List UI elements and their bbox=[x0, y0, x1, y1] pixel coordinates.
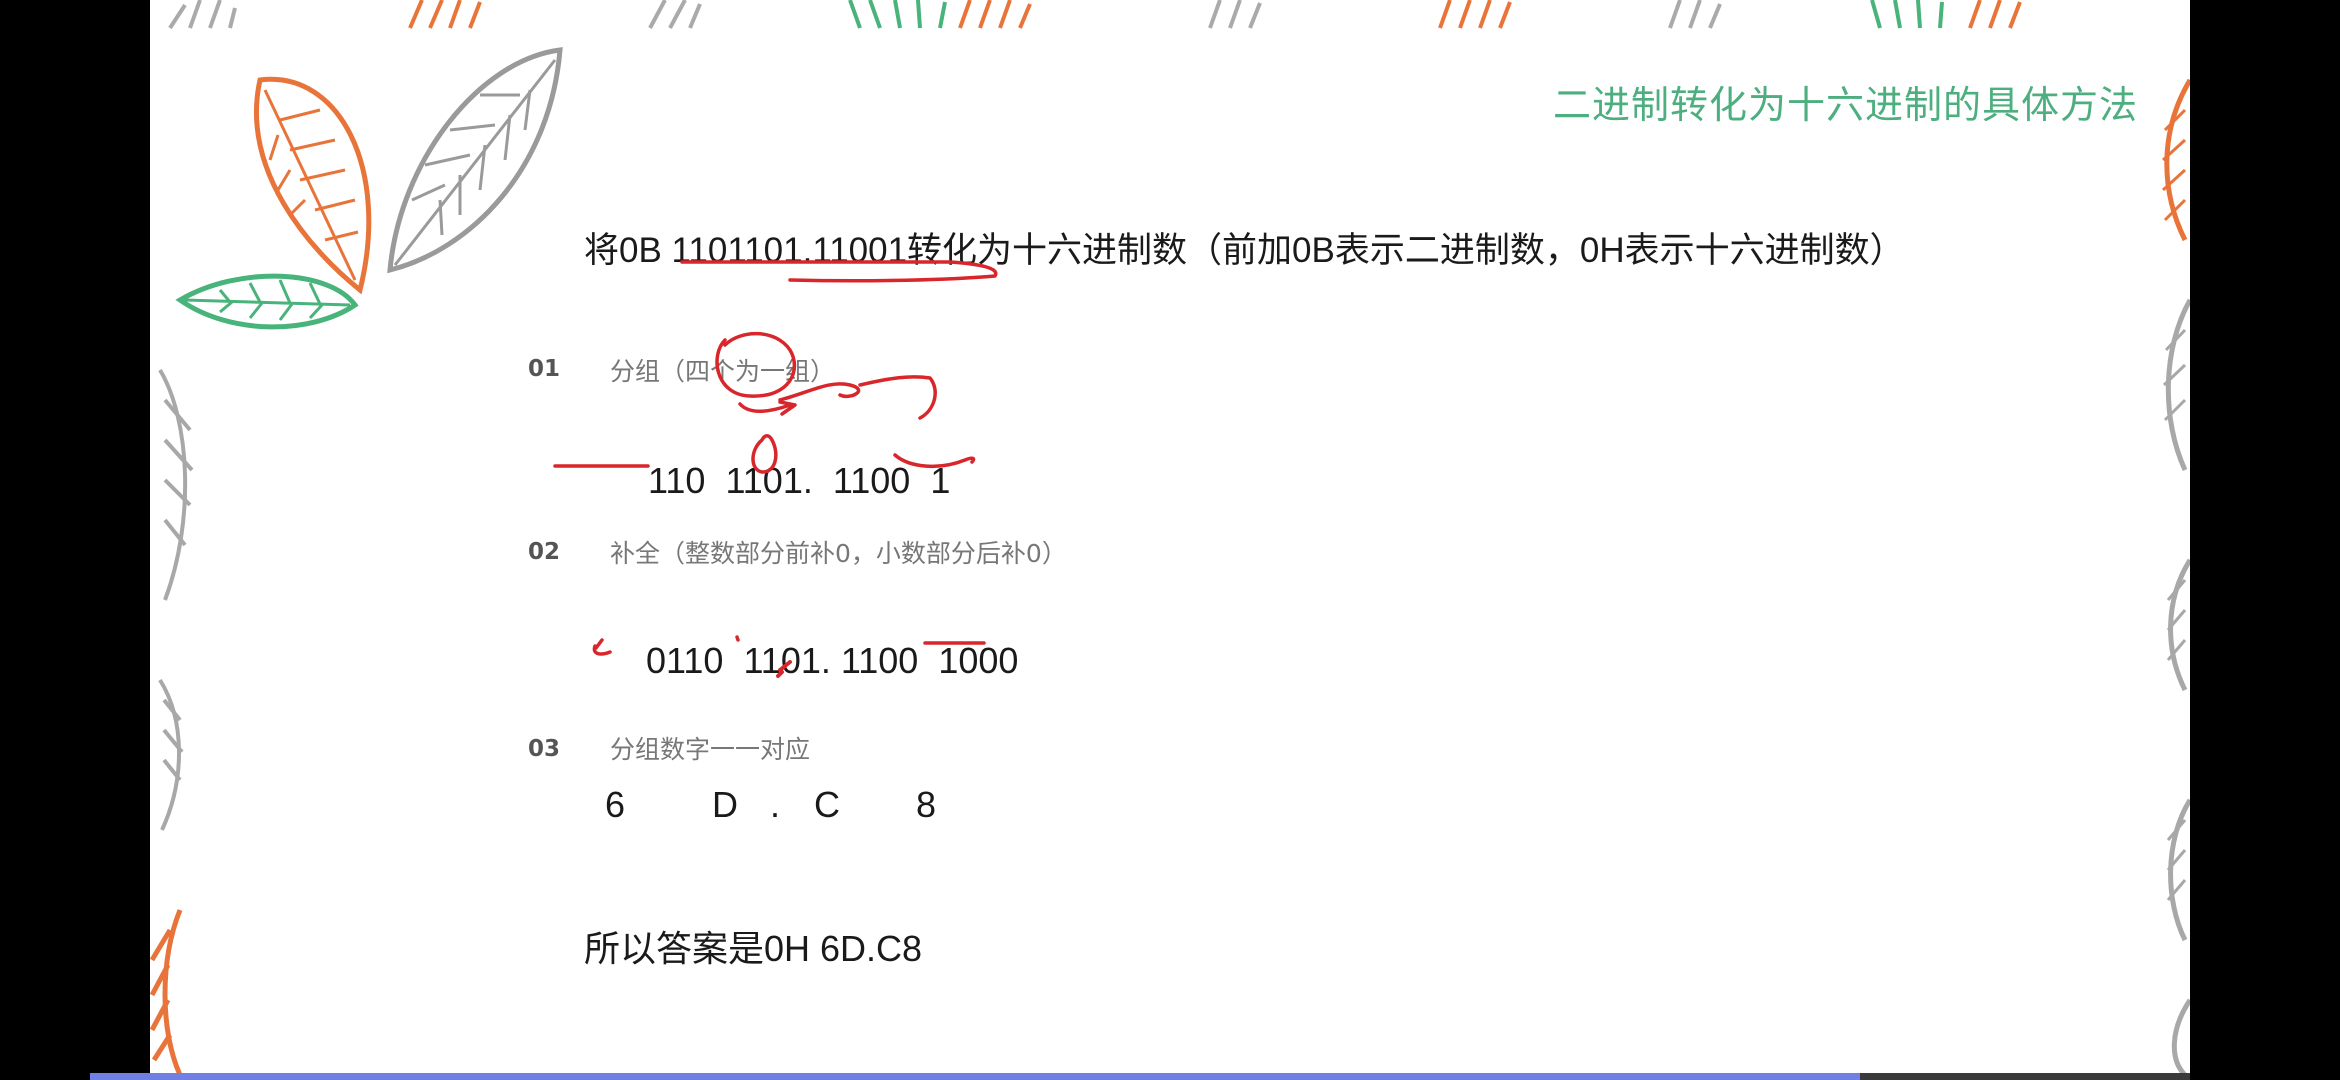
green-leaf bbox=[175, 273, 359, 330]
binary-group: 1101 bbox=[725, 460, 803, 501]
hex-digit: C bbox=[814, 784, 840, 825]
top-leaf-border bbox=[168, 0, 2022, 30]
step-number: 03 bbox=[528, 736, 561, 762]
left-gray-leaves bbox=[158, 368, 194, 831]
decimal-point: . bbox=[820, 640, 831, 681]
step-label: 分组数字一一对应 bbox=[610, 735, 811, 764]
hex-digit: D bbox=[712, 784, 738, 825]
binary-group: 1 bbox=[930, 460, 951, 501]
right-leaf-border bbox=[2161, 78, 2190, 1075]
binary-group: 0110 bbox=[646, 640, 724, 681]
video-progress-bar[interactable] bbox=[90, 1073, 2190, 1080]
step-values: 0110 1101. 1100 1000 bbox=[586, 598, 1018, 724]
hex-digit: 6 bbox=[605, 784, 626, 825]
binary-group: 1100 bbox=[832, 460, 911, 501]
slide-title: 二进制转化为十六进制的具体方法 bbox=[1552, 83, 2138, 127]
binary-group: 1000 bbox=[938, 640, 1019, 681]
video-viewport: 二进制转化为十六进制的具体方法 将0B 1101101.11001转化为十六进制… bbox=[0, 0, 2340, 1080]
hex-digit: 8 bbox=[916, 784, 937, 825]
video-progress-fill bbox=[90, 1073, 1861, 1080]
step-number: 01 bbox=[528, 356, 561, 382]
lecture-slide: 二进制转化为十六进制的具体方法 将0B 1101101.11001转化为十六进制… bbox=[150, 0, 2190, 1075]
binary-group: 1100 bbox=[840, 640, 919, 681]
binary-group: 110 bbox=[648, 460, 706, 501]
step-values: 110 1101. 1100 1 bbox=[588, 418, 950, 544]
answer-text: 所以答案是0H 6D.C8 bbox=[584, 928, 923, 969]
step-label: 补全（整数部分前补0，小数部分后补0） bbox=[610, 539, 1067, 568]
decimal-point: . bbox=[802, 460, 813, 501]
leaf-decoration bbox=[150, 0, 2190, 1075]
gray-leaf bbox=[387, 47, 563, 274]
step-label: 分组（四个为一组） bbox=[610, 357, 836, 386]
bottom-left-orange-leaf bbox=[150, 909, 183, 1075]
question-text: 将0B 1101101.11001转化为十六进制数（前加0B表示二进制数，0H表… bbox=[584, 231, 1905, 270]
binary-group: 1101 bbox=[743, 640, 821, 681]
orange-leaf bbox=[254, 76, 372, 295]
step-number: 02 bbox=[528, 539, 561, 565]
decimal-point: . bbox=[770, 784, 781, 825]
